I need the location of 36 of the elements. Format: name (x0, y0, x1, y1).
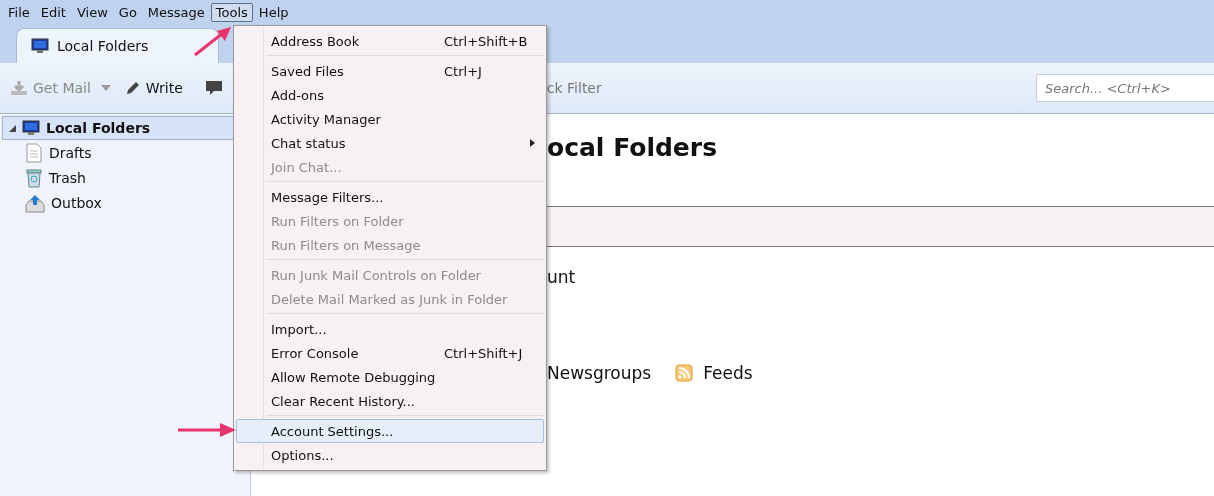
quick-filter-button[interactable]: ck Filter (546, 80, 602, 96)
menu-item[interactable]: Saved Files Ctrl+J (236, 59, 544, 83)
write-button[interactable]: Write (124, 80, 183, 96)
document-icon (25, 142, 43, 163)
rss-icon (675, 364, 694, 382)
account-heading: ocal Folders (547, 132, 718, 164)
search-field[interactable]: Search... <Ctrl+K> (1036, 74, 1214, 102)
menu-bar-item[interactable]: Go (113, 3, 142, 22)
menu-item[interactable]: Add-ons (236, 83, 544, 107)
menu-bar-item[interactable]: Help (253, 3, 294, 22)
feeds-link[interactable]: Feeds (703, 363, 753, 383)
expand-triangle-icon[interactable] (9, 124, 16, 132)
menu-bar-item[interactable]: Edit (35, 3, 71, 22)
menu-item[interactable]: Options... (236, 443, 544, 467)
computer-icon (31, 38, 49, 54)
pointer-arrow (176, 421, 238, 439)
trash-icon (25, 167, 43, 188)
account-text: unt (547, 267, 577, 287)
menu-item[interactable]: Clear Recent History... (236, 389, 544, 413)
menu-bar-item[interactable]: Tools (210, 3, 253, 22)
menu-bar-item[interactable]: Message (142, 3, 210, 22)
menu-item[interactable]: Address Book Ctrl+Shift+B (236, 29, 544, 53)
computer-icon (22, 120, 40, 136)
folder-tab[interactable]: Local Folders (16, 28, 220, 63)
menu-item[interactable]: Error Console Ctrl+Shift+J (236, 341, 544, 365)
outbox-icon (25, 192, 45, 213)
chat-icon[interactable] (204, 79, 223, 97)
menu-item[interactable]: Account Settings... (236, 419, 544, 443)
menu-bar-item[interactable]: View (71, 3, 113, 22)
pencil-icon (124, 80, 141, 96)
menu-item[interactable]: Import... (236, 317, 544, 341)
pointer-arrow (193, 25, 233, 57)
download-icon (10, 80, 28, 96)
menu-bar-item[interactable]: File (3, 3, 35, 22)
newsgroups-link[interactable]: Newsgroups (547, 363, 652, 383)
menu-item[interactable]: Allow Remote Debugging (236, 365, 544, 389)
